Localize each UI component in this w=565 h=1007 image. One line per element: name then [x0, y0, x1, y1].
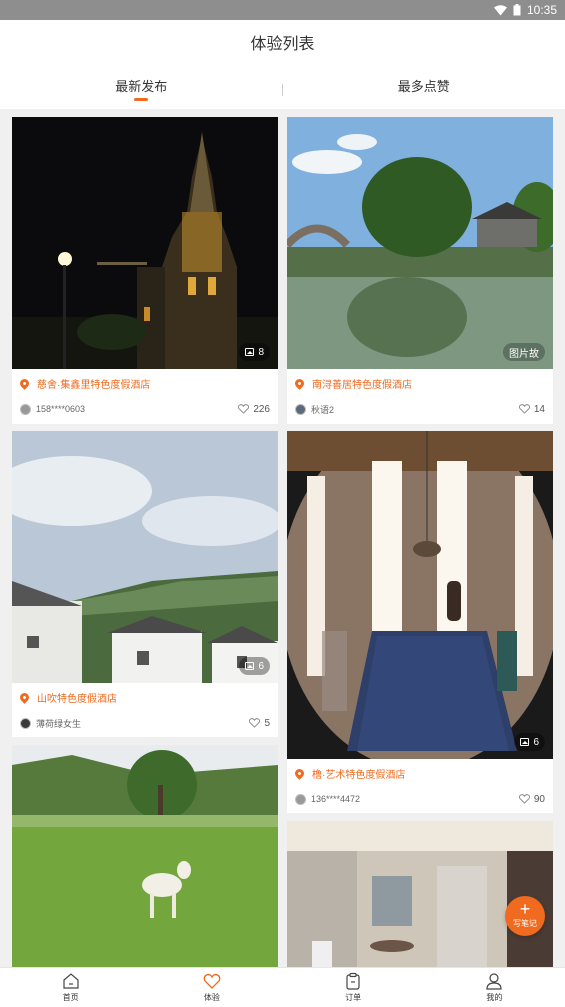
like-button[interactable]: 14 [518, 403, 545, 415]
user-name: 秋语2 [311, 404, 335, 415]
image-icon [245, 348, 255, 356]
nav-orders[interactable]: 订单 [283, 968, 424, 1007]
photo-count-badge: 8 [239, 343, 270, 361]
post-meta: 136****4472 90 [295, 791, 545, 807]
plus-icon: + [519, 899, 531, 919]
avatar[interactable] [295, 403, 306, 415]
photo-watermark: 图片故 [503, 343, 545, 361]
like-count: 14 [533, 403, 545, 415]
status-icons: 10:35 [493, 3, 557, 17]
like-count: 90 [533, 793, 545, 805]
like-button[interactable]: 226 [238, 404, 270, 415]
location-pin-icon [293, 376, 306, 390]
hotel-name: 慈舍·集鑫里特色度假酒店 [37, 379, 151, 391]
tab-divider [282, 84, 283, 96]
tab-latest[interactable]: 最新发布 [0, 70, 283, 109]
nav-experience[interactable]: 体验 [141, 968, 282, 1007]
post-meta: 158****0603 226 [20, 401, 270, 417]
hotel-name: 南浔善居特色度假酒店 [312, 379, 412, 391]
post-photo-lawn-dog[interactable] [12, 745, 278, 967]
heart-icon [249, 718, 261, 728]
post-meta: 薄荷绿女生 5 [20, 715, 270, 731]
experience-feed[interactable]: 8 慈舍·集鑫里特色度假酒店 158****0603 226 图片故 南浔善居特… [0, 109, 565, 967]
status-time: 10:35 [526, 3, 557, 17]
post-hotel[interactable]: 南浔善居特色度假酒店 [293, 375, 412, 391]
post-card[interactable] [287, 821, 553, 967]
photo-count-badge: 6 [514, 733, 545, 751]
like-count: 226 [253, 403, 270, 415]
status-bar: 10:35 [0, 0, 565, 20]
like-button[interactable]: 90 [518, 793, 545, 805]
post-card[interactable]: 8 慈舍·集鑫里特色度假酒店 158****0603 226 [12, 117, 278, 424]
heart-icon [203, 973, 221, 989]
post-photo-bathroom[interactable] [287, 821, 553, 967]
like-button[interactable]: 5 [249, 718, 270, 729]
write-note-button[interactable]: + 写笔记 [505, 896, 545, 936]
post-photo-mountain-houses[interactable]: 6 [12, 431, 278, 683]
heart-icon [238, 404, 250, 414]
location-pin-icon [293, 766, 306, 780]
heart-icon [518, 794, 530, 804]
nav-profile[interactable]: 我的 [424, 968, 565, 1007]
post-photo-dining-room[interactable]: 6 [287, 431, 553, 759]
post-hotel[interactable]: 橹·艺术特色度假酒店 [293, 765, 406, 781]
avatar[interactable] [295, 793, 306, 805]
post-card[interactable]: 6 橹·艺术特色度假酒店 136****4472 90 [287, 431, 553, 813]
user-name: 158****0603 [36, 404, 86, 414]
heart-icon [518, 404, 530, 414]
home-icon [63, 973, 79, 989]
tab-most-liked[interactable]: 最多点赞 [283, 70, 565, 109]
avatar[interactable] [20, 717, 31, 729]
nav-home[interactable]: 首页 [0, 968, 141, 1007]
hotel-name: 橹·艺术特色度假酒店 [312, 769, 406, 781]
post-photo-church[interactable]: 8 [12, 117, 278, 369]
image-icon [245, 662, 255, 670]
location-pin-icon [18, 376, 31, 390]
bottom-nav: 首页 体验 订单 我的 [0, 967, 565, 1007]
hotel-name: 山吹特色度假酒店 [37, 693, 117, 705]
photo-count-badge: 6 [239, 657, 270, 675]
clipboard-icon [346, 972, 360, 990]
post-card[interactable]: 6 山吹特色度假酒店 薄荷绿女生 5 [12, 431, 278, 737]
location-pin-icon [18, 690, 31, 704]
post-meta: 秋语2 14 [295, 401, 545, 417]
post-photo-water-town[interactable]: 图片故 [287, 117, 553, 369]
post-card[interactable] [12, 745, 278, 967]
battery-icon [513, 4, 521, 16]
user-name: 136****4472 [311, 794, 361, 804]
image-icon [520, 738, 530, 746]
user-icon [486, 973, 502, 990]
post-card[interactable]: 图片故 南浔善居特色度假酒店 秋语2 14 [287, 117, 553, 424]
post-hotel[interactable]: 山吹特色度假酒店 [18, 689, 117, 705]
post-hotel[interactable]: 慈舍·集鑫里特色度假酒店 [18, 375, 151, 391]
page-title: 体验列表 [0, 20, 565, 70]
wifi-icon [493, 4, 507, 15]
avatar[interactable] [20, 403, 31, 415]
like-count: 5 [264, 717, 270, 729]
user-name: 薄荷绿女生 [36, 718, 82, 729]
